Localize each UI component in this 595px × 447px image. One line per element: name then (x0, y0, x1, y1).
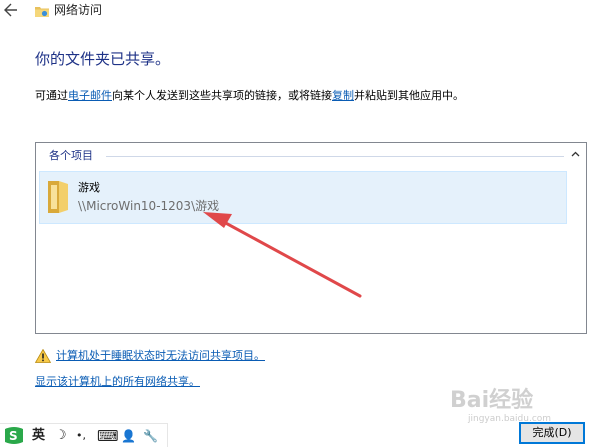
page-heading: 你的文件夹已共享。 (35, 50, 171, 68)
email-link[interactable]: 电子邮件 (68, 89, 112, 102)
ime-toolbar: S 英 ☽ •, ⌨ 👤 🔧 (0, 423, 168, 447)
description-text-3: 并粘贴到其他应用中。 (354, 89, 464, 102)
wrench-icon[interactable]: 🔧 (143, 427, 158, 445)
svg-text:S: S (9, 429, 18, 443)
share-description: 可通过电子邮件向某个人发送到这些共享项的链接，或将链接复制并粘贴到其他应用中。 (35, 88, 464, 104)
warning-icon (34, 348, 52, 363)
folder-icon (45, 179, 71, 215)
punctuation-icon[interactable]: •, (76, 427, 86, 445)
description-text-1: 可通过 (35, 89, 68, 102)
sleep-warning-link[interactable]: 计算机处于睡眠状态时无法访问共享项目。 (56, 348, 265, 363)
shared-items-list[interactable]: 各个项目 游戏 \\MicroWin10-1203\游戏 (35, 142, 587, 334)
finish-button[interactable]: 完成(D) (519, 422, 585, 444)
group-header[interactable]: 各个项目 (36, 143, 586, 169)
copy-link[interactable]: 复制 (332, 89, 354, 102)
keyboard-icon[interactable]: ⌨ (97, 427, 119, 445)
network-folder-icon (35, 3, 49, 17)
show-all-shares-link[interactable]: 显示该计算机上的所有网络共享。 (35, 374, 200, 389)
list-item[interactable]: 游戏 \\MicroWin10-1203\游戏 (39, 171, 567, 224)
description-text-2: 向某个人发送到这些共享项的链接，或将链接 (112, 89, 332, 102)
item-name: 游戏 (78, 181, 100, 194)
moon-icon[interactable]: ☽ (55, 427, 67, 445)
item-path: \\MicroWin10-1203\游戏 (78, 199, 220, 213)
title-bar: 网络访问 (0, 0, 595, 22)
back-arrow-icon[interactable] (4, 1, 22, 19)
group-divider (106, 156, 564, 157)
ime-language-toggle[interactable]: 英 (32, 427, 45, 445)
baidu-watermark: Bai经验 (450, 388, 534, 413)
user-icon[interactable]: 👤 (121, 427, 136, 445)
sogou-logo-icon[interactable]: S (3, 426, 25, 445)
chevron-up-icon[interactable] (568, 148, 582, 162)
group-label: 各个项目 (49, 149, 97, 163)
window-title: 网络访问 (54, 3, 103, 17)
